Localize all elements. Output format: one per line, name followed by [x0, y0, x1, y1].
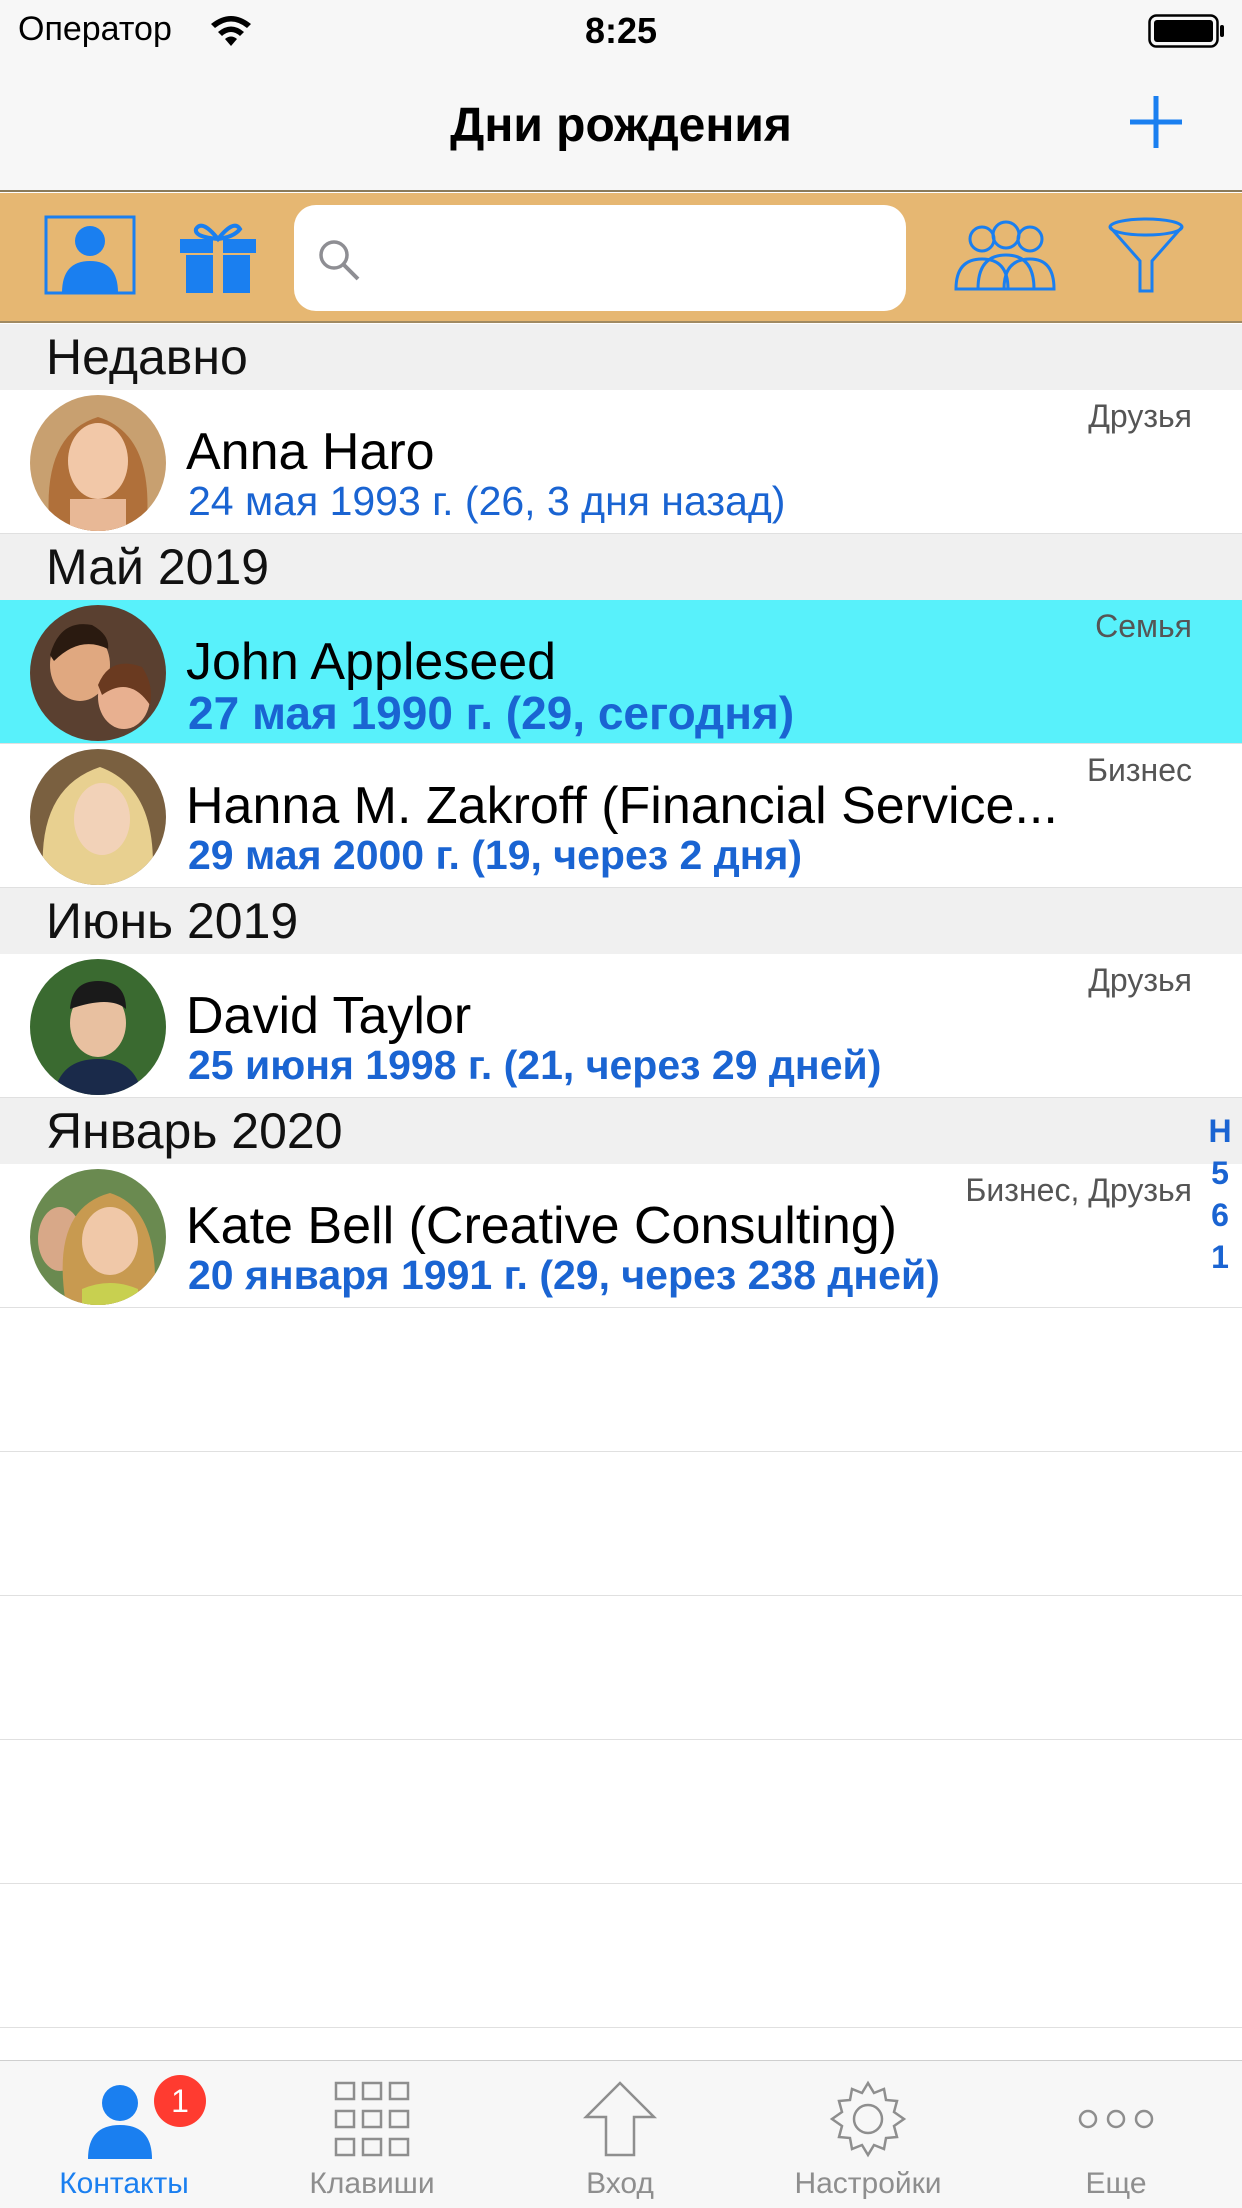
contact-name: Anna Haro [186, 423, 435, 481]
search-icon [319, 240, 360, 281]
group-label: Бизнес, Друзья [965, 1172, 1192, 1208]
page-title: Дни рождения [450, 99, 792, 152]
tab-label: Еще [1085, 2167, 1147, 2200]
tab-bar: 1 Контакты Клавиши Вход Настройки Еще [0, 2060, 1242, 2208]
status-bar: Оператор 8:25 [0, 0, 1242, 62]
birthday-list: Недавно Anna Haro 24 мая 1993 г. (26, 3 … [0, 324, 1242, 2028]
list-item[interactable]: David Taylor 25 июня 1998 г. (21, через … [0, 954, 1242, 1098]
group-label: Друзья [1088, 398, 1192, 434]
gear-icon [829, 2080, 907, 2158]
section-header: Недавно [0, 324, 1242, 390]
group-label: Семья [1095, 608, 1192, 644]
birthday-date: 20 января 1991 г. (29, через 238 дней) [188, 1252, 940, 1298]
empty-row [0, 1884, 1242, 2028]
list-item[interactable]: Hanna M. Zakroff (Financial Service... 2… [0, 744, 1242, 888]
filter-toolbar [0, 193, 1242, 323]
section-header: Май 2019 [0, 534, 1242, 600]
notification-badge: 1 [154, 2075, 206, 2127]
tab-label: Настройки [794, 2167, 942, 2200]
keypad-grid-icon [334, 2081, 410, 2157]
empty-row [0, 1596, 1242, 1740]
index-item[interactable]: Н [1200, 1110, 1240, 1152]
tab-settings[interactable]: Настройки [744, 2061, 992, 2208]
tab-login[interactable]: Вход [496, 2061, 744, 2208]
birthday-date: 27 мая 1990 г. (29, сегодня) [188, 687, 795, 739]
filter-icon[interactable] [1100, 215, 1192, 295]
index-item[interactable]: 5 [1200, 1152, 1240, 1194]
contact-name: John Appleseed [186, 633, 557, 691]
index-item[interactable]: 1 [1200, 1236, 1240, 1278]
more-dots-icon [1078, 2109, 1154, 2129]
search-input[interactable] [374, 233, 874, 283]
list-item[interactable]: Kate Bell (Creative Consulting) 20 январ… [0, 1164, 1242, 1308]
section-index[interactable]: Н 5 6 1 [1200, 1110, 1240, 1278]
avatar [30, 395, 166, 531]
gift-icon[interactable] [172, 215, 264, 295]
section-header: Июнь 2019 [0, 888, 1242, 954]
tab-more[interactable]: Еще [992, 2061, 1240, 2208]
clock: 8:25 [584, 10, 658, 51]
list-item[interactable]: Anna Haro 24 мая 1993 г. (26, 3 дня наза… [0, 390, 1242, 534]
tab-label: Вход [586, 2167, 654, 2200]
list-item[interactable]: John Appleseed 27 мая 1990 г. (29, сегод… [0, 600, 1242, 744]
birthday-date: 25 июня 1998 г. (21, через 29 дней) [188, 1042, 882, 1088]
avatar [30, 1169, 166, 1305]
contact-view-icon[interactable] [44, 215, 136, 295]
birthday-date: 29 мая 2000 г. (19, через 2 дня) [188, 832, 803, 878]
avatar [30, 605, 166, 741]
group-label: Бизнес [1086, 752, 1192, 788]
birthday-date: 24 мая 1993 г. (26, 3 дня назад) [188, 478, 786, 524]
empty-row [0, 1308, 1242, 1452]
tab-keypad[interactable]: Клавиши [248, 2061, 496, 2208]
plus-icon[interactable] [1128, 94, 1184, 150]
group-label: Друзья [1088, 962, 1192, 998]
groups-icon[interactable] [950, 215, 1060, 295]
search-field[interactable] [294, 205, 906, 311]
section-header: Январь 2020 [0, 1098, 1242, 1164]
tab-contacts[interactable]: 1 Контакты [0, 2061, 248, 2208]
index-item[interactable]: 6 [1200, 1194, 1240, 1236]
battery-icon [1148, 14, 1224, 48]
contact-name: David Taylor [186, 987, 472, 1045]
empty-row [0, 1740, 1242, 1884]
avatar [30, 959, 166, 1095]
navigation-bar: Дни рождения [0, 62, 1242, 192]
tab-label: Клавиши [309, 2167, 435, 2200]
contact-name: Hanna M. Zakroff (Financial Service... [186, 777, 1058, 835]
tab-label: Контакты [59, 2167, 189, 2200]
upload-arrow-icon [582, 2081, 658, 2157]
empty-row [0, 1452, 1242, 1596]
avatar [30, 749, 166, 885]
